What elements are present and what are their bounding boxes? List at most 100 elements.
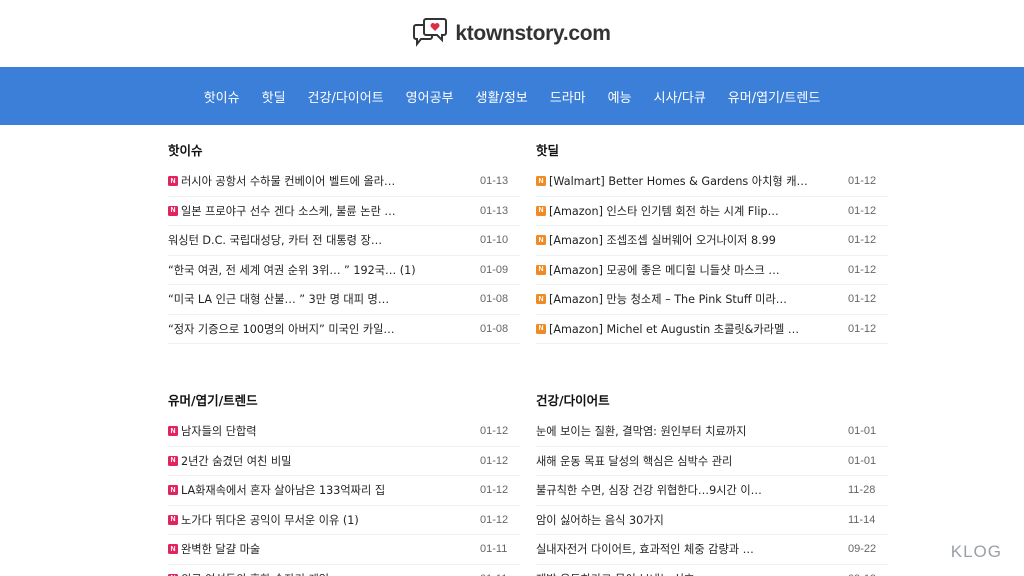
item-date: 01-09 — [480, 263, 509, 276]
item-title[interactable]: 워싱턴 D.C. 국립대성당, 카터 전 대통령 장… — [168, 232, 458, 248]
section: 건강/다이어트눈에 보이는 질환, 결막염: 원인부터 치료까지 01-01 새해 … — [536, 387, 888, 576]
item-date: 01-12 — [848, 204, 877, 217]
list-item[interactable]: N외국 여성들의 흔한 술자리 게임01-11 — [168, 565, 520, 576]
list-item[interactable]: N [Amazon] 인스타 인기템 회전 하는 시계 Flip… 01-12 — [536, 197, 888, 226]
list-item[interactable]: 불규칙한 수면, 심장 건강 위협한다…9시간 이… 11-28 — [536, 476, 888, 506]
item-date: 09-22 — [848, 543, 877, 556]
item-title[interactable]: 외국 여성들의 흔한 술자리 게임 — [181, 571, 471, 576]
site-logo-text: ktownstory.com — [455, 21, 611, 45]
new-badge: N — [536, 294, 546, 305]
item-title[interactable]: [Amazon] 모공에 좋은 메디힐 니들샷 마스크 … — [549, 262, 839, 278]
new-badge: N — [536, 264, 546, 275]
item-title[interactable]: 러시아 공항서 수하물 컨베이어 벨트에 올라… — [181, 173, 471, 189]
list-item[interactable]: N [Amazon] 조셉조셉 실버웨어 오거나이저 8.99 01-12 — [536, 226, 888, 256]
new-badge: N — [168, 205, 178, 216]
list-item[interactable]: 워싱턴 D.C. 국립대성당, 카터 전 대통령 장… 01-10 — [168, 226, 520, 256]
item-date: 01-13 — [480, 175, 509, 188]
item-title[interactable]: 실내자전거 다이어트, 효과적인 체중 감량과 … — [536, 541, 826, 557]
section-title[interactable]: 건강/다이어트 — [536, 387, 888, 415]
item-date: 01-12 — [480, 484, 509, 497]
item-title[interactable]: 눈에 보이는 질환, 결막염: 원인부터 치료까지 — [536, 423, 826, 439]
section: 핫이슈 N 러시아 공항서 수하물 컨베이어 벨트에 올라… 01-13 N 일본 프로야… — [168, 137, 520, 344]
list-item[interactable]: N 남자들의 단합력 01-12 — [168, 417, 520, 447]
item-date: 01-12 — [480, 513, 509, 526]
new-badge: N — [168, 485, 178, 496]
item-title[interactable]: [Amazon] 인스타 인기템 회전 하는 시계 Flip… — [549, 203, 839, 219]
list-item[interactable]: 암이 싫어하는 음식 30가지 11-14 — [536, 506, 888, 535]
main-nav: 핫이슈 핫딜 건강/다이어트 영어공부 생활/정보 드라마 예능 시사/다큐 유머/엽기/트렌드 — [0, 67, 1024, 125]
item-title[interactable]: [Amazon] 조셉조셉 실버웨어 오거나이저 8.99 — [549, 232, 839, 248]
nav-item[interactable]: 시사/다큐 — [643, 87, 717, 106]
list-item[interactable]: N LA화재속에서 혼자 살아남은 133억짜리 집 01-12 — [168, 476, 520, 506]
list-item[interactable]: N [Amazon] 만능 청소제 – The Pink Stuff 미라… 01-… — [536, 285, 888, 315]
list-item[interactable]: N [Walmart] Better Homes & Gardens 아치형 캐…… — [536, 167, 888, 197]
section-title[interactable]: 핫딜 — [536, 137, 888, 165]
item-date: 01-08 — [480, 322, 509, 335]
list-item[interactable]: N 2년간 숨겼던 여친 비밀 01-12 — [168, 447, 520, 476]
item-title[interactable]: 완벽한 달걀 마술 — [181, 541, 471, 557]
list-item[interactable]: N 일본 프로야구 선수 겐다 소스케, 불륜 논란 … 01-13 — [168, 197, 520, 226]
nav-item[interactable]: 드라마 — [539, 87, 597, 106]
section-title[interactable]: 핫이슈 — [168, 137, 520, 165]
nav-item[interactable]: 생활/정보 — [465, 87, 539, 106]
list-item[interactable]: “한국 여권, 전 세계 여권 순위 3위… ” 192국… (1) 01-09 — [168, 256, 520, 285]
item-title[interactable]: 일본 프로야구 선수 겐다 소스케, 불륜 논란 … — [181, 203, 471, 219]
section-title[interactable]: 유머/엽기/트렌드 — [168, 387, 520, 415]
list-item[interactable]: N 노가다 뛰다온 공익이 무서운 이유 (1) 01-12 — [168, 506, 520, 535]
content-area: 핫이슈 N 러시아 공항서 수하물 컨베이어 벨트에 올라… 01-13 N 일본 프로야… — [0, 125, 1024, 576]
item-date: 01-11 — [480, 543, 508, 556]
list-item[interactable]: N [Amazon] Michel et Augustin 초콜릿&카라멜 … 01… — [536, 315, 888, 344]
new-badge: N — [168, 544, 178, 555]
item-title[interactable]: 노가다 뛰다온 공익이 무서운 이유 (1) — [181, 512, 471, 528]
item-title[interactable]: “정자 기증으로 100명의 아버지” 미국인 카일… — [168, 321, 458, 337]
list-item[interactable]: “정자 기증으로 100명의 아버지” 미국인 카일… 01-08 — [168, 315, 520, 344]
site-header: ktownstory.com — [0, 0, 1024, 67]
list-item[interactable]: N 러시아 공항서 수하물 컨베이어 벨트에 올라… 01-13 — [168, 167, 520, 197]
item-date: 01-12 — [848, 234, 877, 247]
section: 유머/엽기/트렌드 N 남자들의 단합력 01-12 N 2년간 숨겼던 여친 비밀 01-… — [168, 387, 520, 576]
new-badge: N — [536, 205, 546, 216]
nav-item[interactable]: 예능 — [597, 87, 643, 106]
item-date: 01-08 — [480, 293, 509, 306]
item-date: 01-12 — [480, 425, 509, 438]
list-item[interactable]: 실내자전거 다이어트, 효과적인 체중 감량과 … 09-22 — [536, 535, 888, 565]
chat-heart-icon — [413, 17, 448, 47]
list-item[interactable]: N [Amazon] 모공에 좋은 메디힐 니들샷 마스크 … 01-12 — [536, 256, 888, 285]
item-title[interactable]: [Walmart] Better Homes & Gardens 아치형 캐… — [549, 173, 839, 189]
nav-item[interactable]: 유머/엽기/트렌드 — [717, 87, 831, 106]
item-date: 01-01 — [848, 425, 877, 438]
item-date: 01-13 — [480, 204, 509, 217]
list-item[interactable]: N 완벽한 달걀 마술 01-11 — [168, 535, 520, 565]
item-title[interactable]: 남자들의 단합력 — [181, 423, 471, 439]
list-item[interactable]: 새해 운동 목표 달성의 핵심은 심박수 관리 01-01 — [536, 447, 888, 476]
item-title[interactable]: [Amazon] Michel et Augustin 초콜릿&카라멜 … — [549, 321, 839, 337]
list-item[interactable]: 눈에 보이는 질환, 결막염: 원인부터 치료까지 01-01 — [536, 417, 888, 447]
item-date: 01-12 — [848, 175, 877, 188]
item-title[interactable]: “미국 LA 인근 대형 산불… ” 3만 명 대피 명… — [168, 291, 458, 307]
item-title[interactable]: 새해 운동 목표 달성의 핵심은 심박수 관리 — [536, 453, 826, 469]
item-title[interactable]: 불규칙한 수면, 심장 건강 위협한다…9시간 이… — [536, 482, 826, 498]
list-item[interactable]: “미국 LA 인근 대형 산불… ” 3만 명 대피 명… 01-08 — [168, 285, 520, 315]
item-date: 11-14 — [848, 513, 876, 526]
item-date: 01-12 — [848, 322, 877, 335]
nav-item[interactable]: 핫이슈 — [193, 87, 251, 106]
item-title[interactable]: 2년간 숨겼던 여친 비밀 — [181, 453, 471, 469]
list-item[interactable]: 제발 운동하라고 몸이 보내는 신호09-19 — [536, 565, 888, 576]
nav-item[interactable]: 영어공부 — [395, 87, 465, 106]
item-date: 11-28 — [848, 484, 876, 497]
new-badge: N — [536, 176, 546, 187]
site-logo[interactable]: ktownstory.com — [413, 17, 611, 51]
new-badge: N — [168, 455, 178, 466]
new-badge: N — [536, 235, 546, 246]
nav-item[interactable]: 건강/다이어트 — [297, 87, 395, 106]
item-title[interactable]: [Amazon] 만능 청소제 – The Pink Stuff 미라… — [549, 291, 839, 307]
item-title[interactable]: 암이 싫어하는 음식 30가지 — [536, 512, 826, 528]
item-date: 01-12 — [848, 263, 877, 276]
item-date: 01-12 — [848, 293, 877, 306]
nav-item[interactable]: 핫딜 — [251, 87, 297, 106]
item-title[interactable]: LA화재속에서 혼자 살아남은 133억짜리 집 — [181, 482, 471, 498]
section: 핫딜 N [Walmart] Better Homes & Gardens 아치형 … — [536, 137, 888, 344]
item-title[interactable]: 제발 운동하라고 몸이 보내는 신호 — [536, 571, 826, 576]
nav-list: 핫이슈 핫딜 건강/다이어트 영어공부 생활/정보 드라마 예능 시사/다큐 유머/엽기/트렌드 — [193, 87, 832, 106]
item-title[interactable]: “한국 여권, 전 세계 여권 순위 3위… ” 192국… (1) — [168, 262, 458, 278]
